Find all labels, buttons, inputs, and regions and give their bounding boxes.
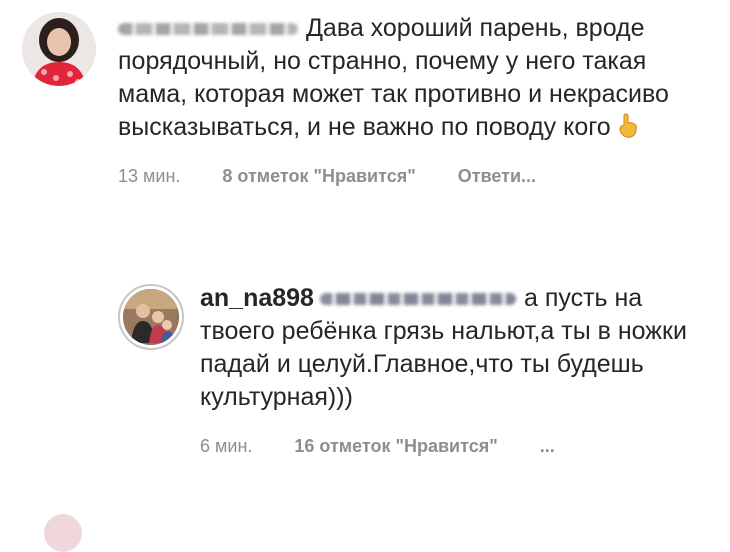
timestamp: 13 мин. (118, 166, 181, 186)
index-finger-up-icon (615, 113, 641, 139)
avatar-story-ring[interactable] (118, 284, 184, 350)
comment: Дава хороший парень, вроде порядочный, н… (22, 12, 712, 187)
likes-count-button[interactable]: 16 отметок "Нравится" (294, 436, 497, 457)
next-comment-avatar[interactable] (44, 514, 82, 552)
comment-meta: 6 мин. 16 отметок "Нравится" ... (200, 436, 714, 457)
username-link[interactable]: an_na898 (200, 284, 314, 312)
timestamp: 6 мин. (200, 436, 253, 456)
username-redacted[interactable] (118, 23, 298, 36)
comment-text-block: an_na898 а пусть на твоего ребёнка грязь … (200, 282, 700, 414)
likes-count-button[interactable]: 8 отметок "Нравится" (222, 166, 415, 187)
reply-button[interactable]: Ответи... (458, 166, 536, 187)
avatar (123, 289, 179, 345)
comment-body: an_na898 а пусть на твоего ребёнка грязь … (200, 282, 714, 457)
more-options-button[interactable]: ... (540, 436, 555, 457)
mention-redacted[interactable] (319, 293, 516, 306)
comment-reply: an_na898 а пусть на твоего ребёнка грязь … (118, 282, 714, 457)
avatar[interactable] (22, 12, 96, 86)
comment-body: Дава хороший парень, вроде порядочный, н… (118, 12, 712, 187)
comment-meta: 13 мин. 8 отметок "Нравится" Ответи... (118, 166, 712, 187)
comment-text-block: Дава хороший парень, вроде порядочный, н… (118, 12, 708, 144)
